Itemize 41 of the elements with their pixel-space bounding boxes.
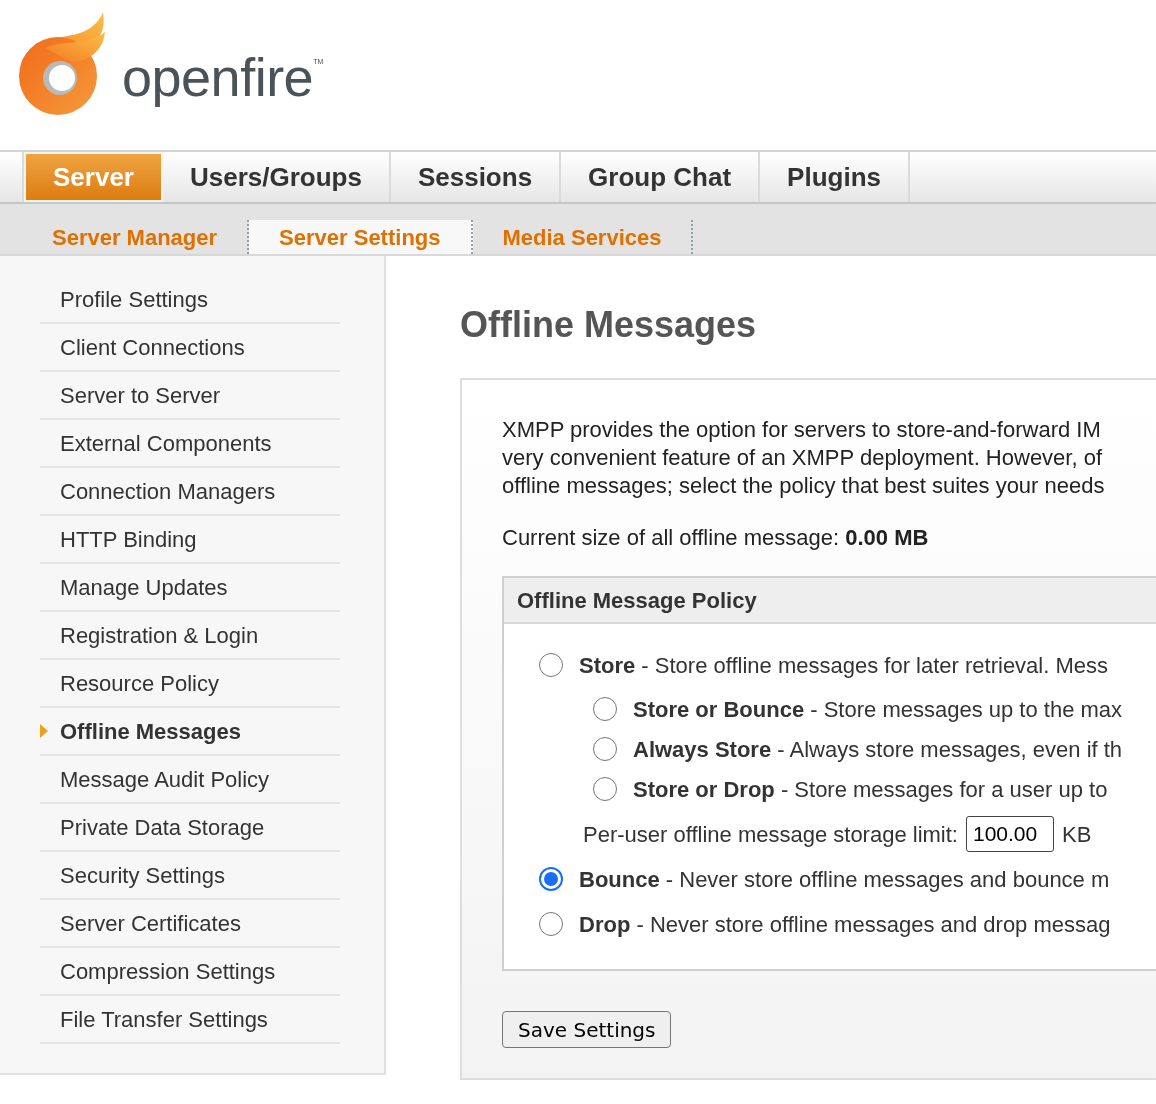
sidebar-item[interactable]: HTTP Binding (40, 516, 340, 564)
limit-input-field[interactable]: 100.00 (966, 816, 1054, 852)
option-label: Store or Drop - Store messages for a user up to (633, 775, 1108, 804)
main-tab[interactable]: Users/Groups (162, 152, 391, 202)
description-text: XMPP provides the option for servers to store-and-forward IM very convenient feature of an XMPP deployment. However, of offline messages; select the policy that best suites your needs (502, 416, 1106, 500)
option-label: Bounce - Never store offline messages and bounce m (579, 865, 1110, 894)
radio-button[interactable] (539, 912, 563, 936)
sidebar-item[interactable]: External Components (40, 420, 340, 468)
sidebar-item[interactable]: Security Settings (40, 852, 340, 900)
option-label: Store - Store offline messages for later retrieval. Mess (579, 651, 1109, 680)
sidebar-item[interactable]: Server Certificates (40, 900, 340, 948)
radio-button[interactable] (593, 697, 617, 721)
sidebar-item[interactable]: File Transfer Settings (40, 996, 340, 1044)
radio-button[interactable] (539, 867, 563, 891)
sidebar-item[interactable]: Offline Messages (40, 708, 340, 756)
unit-label: KB (1062, 820, 1092, 849)
radio-button[interactable] (539, 653, 563, 677)
sidebar-item[interactable]: Message Audit Policy (40, 756, 340, 804)
sidebar-item[interactable]: Private Data Storage (40, 804, 340, 852)
sidebar-item[interactable]: Profile Settings (40, 276, 340, 324)
radio-button[interactable] (593, 777, 617, 801)
main-tab[interactable]: Plugins (760, 152, 910, 202)
sidebar-item[interactable]: Compression Settings (40, 948, 340, 996)
sidebar-item[interactable]: Server to Server (40, 372, 340, 420)
main-tab[interactable]: Group Chat (561, 152, 761, 202)
page-heading: Offline Messages (460, 303, 758, 347)
size-summary-text: Current size of all offline message: 0.00 MB (502, 524, 930, 552)
main-tab[interactable]: Sessions (390, 152, 562, 202)
save-button[interactable]: Save Settings (502, 1011, 672, 1048)
option-label: Store or Bounce - Store messages up to the max (633, 695, 1123, 724)
sidebar-item[interactable]: Manage Updates (40, 564, 340, 612)
sidebar-item[interactable]: Connection Managers (40, 468, 340, 516)
sidebar-item[interactable]: Client Connections (40, 324, 340, 372)
limit-label: Per-user offline message storage limit: (583, 820, 958, 849)
option-label: Always Store - Always store messages, even if th (633, 735, 1123, 764)
sidebar-item[interactable]: Resource Policy (40, 660, 340, 708)
sidebar-item[interactable]: Registration & Login (40, 612, 340, 660)
radio-button[interactable] (593, 737, 617, 761)
policy-title: Offline Message Policy (517, 586, 757, 615)
option-label: Drop - Never store offline messages and drop messag (579, 910, 1111, 939)
triangle-marker-icon (40, 724, 48, 738)
